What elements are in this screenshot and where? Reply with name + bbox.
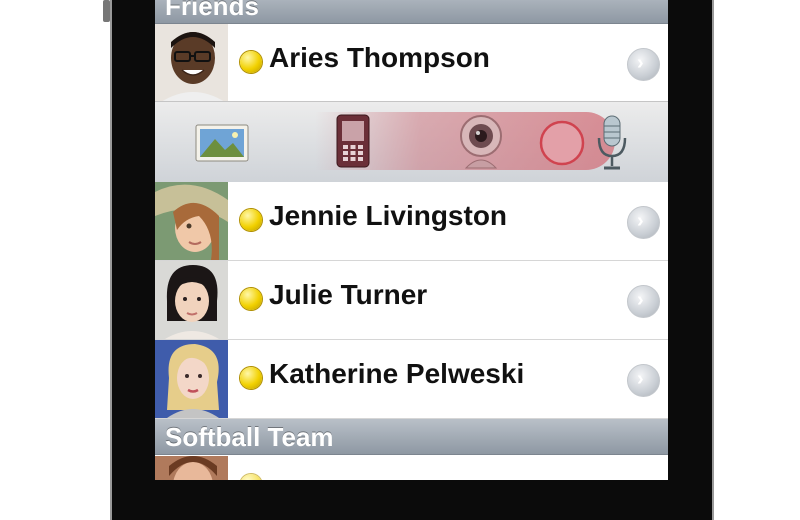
webcam-icon[interactable]	[458, 114, 504, 175]
section-title: Friends	[165, 0, 259, 21]
microphone-icon[interactable]	[595, 114, 629, 177]
contact-name: Aries Thompson	[269, 42, 490, 73]
contact-row-julie-turner[interactable]: Julie Turner ›	[155, 261, 668, 340]
disclosure-arrow-icon[interactable]: ›	[627, 364, 660, 397]
avatar	[155, 261, 228, 339]
section-title: Softball Team	[165, 422, 334, 452]
contact-name: Julie Turner	[269, 279, 428, 310]
status-away-icon	[240, 51, 262, 73]
contact-row-jennie-livingston[interactable]: Jennie Livingston ›	[155, 182, 668, 261]
avatar	[155, 456, 228, 480]
status-away-icon	[240, 367, 262, 389]
photo-icon[interactable]	[195, 124, 249, 167]
avatar	[155, 182, 228, 260]
contact-name: Jennie Livingston	[269, 200, 508, 231]
status-away-icon	[240, 209, 262, 231]
contact-row-katherine-pelweski[interactable]: Katherine Pelweski ›	[155, 340, 668, 419]
contact-row-partial[interactable]	[155, 456, 668, 480]
contact-name: Katherine Pelweski	[269, 358, 525, 389]
contact-list-screen: Friends Aries Thompson › Jennie Livingst…	[155, 0, 668, 480]
contact-action-bar	[155, 101, 668, 183]
avatar	[155, 24, 228, 102]
phone-icon[interactable]	[335, 114, 371, 173]
section-header-softball-team: Softball Team	[155, 419, 668, 455]
section-header-friends: Friends	[155, 0, 668, 24]
avatar	[155, 340, 228, 418]
disclosure-arrow-icon[interactable]: ›	[627, 48, 660, 81]
contact-row-aries-thompson[interactable]: Aries Thompson ›	[155, 24, 668, 103]
status-away-icon	[240, 474, 262, 480]
disclosure-arrow-icon[interactable]: ›	[627, 206, 660, 239]
status-away-icon	[240, 288, 262, 310]
record-icon[interactable]	[539, 120, 585, 171]
disclosure-arrow-icon[interactable]: ›	[627, 285, 660, 318]
side-button	[103, 0, 110, 22]
